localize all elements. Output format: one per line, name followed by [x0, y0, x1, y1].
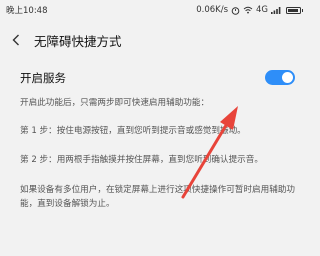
service-toggle[interactable]	[265, 70, 295, 85]
toggle-knob	[282, 72, 293, 83]
battery-icon	[286, 6, 303, 14]
network-type: 4G	[256, 5, 268, 15]
status-icons: 0.06K/s 4G	[196, 5, 303, 15]
description-step2: 第 2 步：用两根手指触摸并按住屏幕，直到您听到确认提示音。	[20, 155, 263, 165]
status-bar: 晚上10:48 0.06K/s 4G	[0, 0, 307, 20]
description-intro: 开启此功能后，只需两步即可快速启用辅助功能：	[20, 98, 210, 108]
chevron-left-icon	[12, 34, 19, 46]
description-note: 如果设备有多位用户，在锁定屏幕上进行这项快捷操作可暂时启用辅助功能，直到设备解锁…	[20, 185, 296, 209]
alarm-icon	[231, 6, 240, 15]
status-time: 晚上10:48	[6, 6, 48, 16]
signal-icon	[271, 7, 281, 14]
title-bar: 无障碍快捷方式	[0, 22, 307, 58]
description-step1: 第 1 步：按住电源按钮，直到您听到提示音或感觉到振动。	[20, 126, 246, 136]
back-button[interactable]	[8, 30, 24, 50]
service-label: 开启服务	[20, 70, 66, 85]
service-row[interactable]: 开启服务	[0, 64, 307, 91]
page-title: 无障碍快捷方式	[34, 33, 122, 49]
wifi-icon	[243, 6, 253, 14]
network-speed: 0.06K/s	[196, 5, 228, 15]
